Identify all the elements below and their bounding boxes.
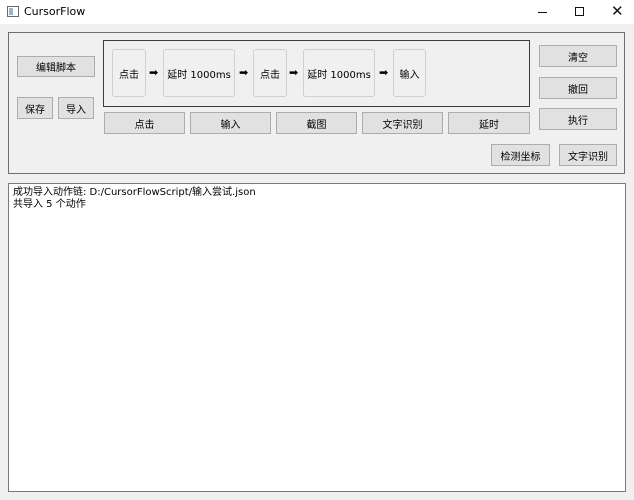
- arrow-right-icon: ➡: [379, 66, 389, 79]
- action-card-click[interactable]: 点击: [112, 49, 146, 97]
- arrow-right-icon: ➡: [239, 66, 249, 79]
- add-ocr-button[interactable]: 文字识别: [362, 112, 443, 134]
- action-card-input[interactable]: 输入: [393, 49, 426, 97]
- detect-coordinates-button[interactable]: 检测坐标: [491, 144, 550, 166]
- log-line: 成功导入动作链: D:/CursorFlowScript/输入尝试.json: [13, 187, 256, 198]
- arrow-right-icon: ➡: [289, 66, 299, 79]
- maximize-button[interactable]: [561, 0, 598, 24]
- ocr-button[interactable]: 文字识别: [559, 144, 617, 166]
- minimize-icon: [538, 12, 547, 13]
- close-icon: ✕: [611, 2, 624, 20]
- add-screenshot-button[interactable]: 截图: [276, 112, 357, 134]
- action-card-delay[interactable]: 延时 1000ms: [163, 49, 235, 97]
- window-title: CursorFlow: [24, 5, 86, 18]
- undo-button[interactable]: 撤回: [539, 77, 617, 99]
- clear-button[interactable]: 清空: [539, 45, 617, 67]
- close-button[interactable]: ✕: [598, 0, 634, 24]
- arrow-right-icon: ➡: [149, 66, 159, 79]
- action-card-delay[interactable]: 延时 1000ms: [303, 49, 375, 97]
- maximize-icon: [575, 7, 584, 16]
- add-click-button[interactable]: 点击: [104, 112, 185, 134]
- execute-button[interactable]: 执行: [539, 108, 617, 130]
- add-delay-button[interactable]: 延时: [448, 112, 530, 134]
- title-bar: CursorFlow ✕: [0, 0, 634, 24]
- log-line: 共导入 5 个动作: [13, 199, 86, 210]
- log-output[interactable]: 成功导入动作链: D:/CursorFlowScript/输入尝试.json 共…: [8, 183, 626, 492]
- minimize-button[interactable]: [524, 0, 561, 24]
- edit-script-button[interactable]: 编辑脚本: [17, 56, 95, 77]
- add-input-button[interactable]: 输入: [190, 112, 271, 134]
- app-icon: [7, 6, 19, 17]
- import-button[interactable]: 导入: [58, 97, 94, 119]
- save-button[interactable]: 保存: [17, 97, 53, 119]
- action-card-click[interactable]: 点击: [253, 49, 287, 97]
